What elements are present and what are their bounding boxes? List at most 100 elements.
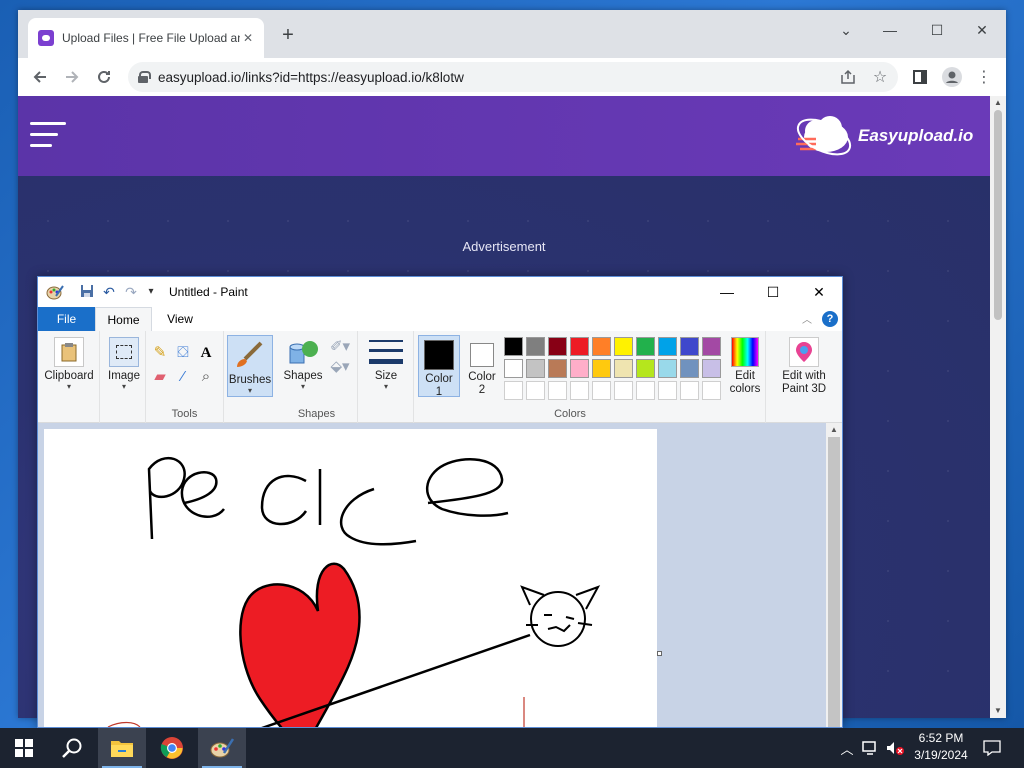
show-hidden-icons-icon[interactable]: ︿ (838, 728, 856, 768)
custom-color-slot[interactable] (504, 381, 523, 400)
palette-swatch[interactable] (504, 337, 523, 356)
hamburger-menu-icon[interactable] (30, 122, 66, 150)
custom-color-slot[interactable] (548, 381, 567, 400)
reload-icon[interactable] (90, 63, 118, 91)
search-button[interactable] (48, 728, 96, 768)
restore-button[interactable]: ☐ (915, 16, 959, 44)
share-icon[interactable] (834, 63, 862, 91)
outline-icon[interactable]: ✐▾ (326, 337, 354, 357)
palette-swatch[interactable] (658, 337, 677, 356)
save-icon[interactable] (78, 284, 96, 300)
palette-swatch[interactable] (614, 359, 633, 378)
drawing-canvas[interactable]: pedce (44, 429, 657, 727)
start-button[interactable] (0, 728, 48, 768)
eraser-icon[interactable]: ▰ (150, 367, 170, 387)
clipboard-button[interactable]: Clipboard ▾ (42, 337, 96, 391)
palette-swatch[interactable] (592, 359, 611, 378)
palette-swatch[interactable] (680, 359, 699, 378)
palette-swatch[interactable] (702, 337, 721, 356)
forward-arrow-icon[interactable] (58, 63, 86, 91)
tab-file[interactable]: File (38, 307, 95, 331)
palette-swatch[interactable] (526, 337, 545, 356)
palette-swatch[interactable] (702, 359, 721, 378)
tab-search-icon[interactable]: ⌄ (824, 16, 868, 44)
custom-color-slot[interactable] (636, 381, 655, 400)
taskbar-chrome[interactable] (148, 728, 196, 768)
paint-scrollbar[interactable]: ▲ (826, 423, 842, 727)
edit-with-paint3d-button[interactable]: Edit with Paint 3D (770, 337, 838, 396)
address-bar[interactable]: easyupload.io/links?id=https://easyuploa… (128, 62, 898, 92)
taskbar-file-explorer[interactable] (98, 728, 146, 768)
text-icon[interactable]: A (196, 343, 216, 363)
page-scrollbar[interactable]: ▲ ▼ (990, 96, 1006, 718)
paint-scroll-up-icon[interactable]: ▲ (826, 423, 842, 437)
paint-maximize-button[interactable]: ☐ (750, 277, 796, 307)
scroll-up-arrow-icon[interactable]: ▲ (990, 96, 1006, 110)
notifications-icon[interactable] (978, 728, 1006, 768)
tab-easyupload[interactable]: Upload Files | Free File Upload an ✕ (28, 18, 264, 58)
shapes-button[interactable]: Shapes ▾ (280, 337, 326, 391)
fill-bucket-icon[interactable]: ⛋ (173, 343, 193, 363)
brushes-button[interactable]: Brushes ▾ (227, 335, 273, 397)
logo-text: Easyupload.io (858, 126, 974, 145)
paint-scrollbar-thumb[interactable] (828, 437, 840, 727)
palette-swatch[interactable] (548, 337, 567, 356)
custom-color-slot[interactable] (702, 381, 721, 400)
color-picker-icon[interactable]: ⁄ (173, 367, 193, 387)
canvas-resize-handle[interactable] (657, 651, 662, 656)
palette-swatch[interactable] (570, 359, 589, 378)
undo-icon[interactable]: ↶ (100, 284, 118, 300)
color-palette (504, 337, 726, 403)
taskbar-paint[interactable] (198, 728, 246, 768)
custom-color-slot[interactable] (526, 381, 545, 400)
help-icon[interactable]: ? (822, 311, 838, 327)
pencil-icon[interactable]: ✎ (150, 343, 170, 363)
palette-swatch[interactable] (570, 337, 589, 356)
palette-swatch[interactable] (504, 359, 523, 378)
color2-button[interactable]: Color 2 (462, 335, 502, 397)
scroll-down-arrow-icon[interactable]: ▼ (990, 704, 1006, 718)
custom-color-slot[interactable] (614, 381, 633, 400)
redo-icon[interactable]: ↷ (122, 284, 140, 300)
tab-home[interactable]: Home (95, 307, 152, 331)
easyupload-logo[interactable]: Easyupload.io (794, 108, 984, 164)
close-button[interactable]: ✕ (960, 16, 1004, 44)
new-tab-button[interactable]: + (276, 24, 300, 48)
paint-close-button[interactable]: ✕ (796, 277, 842, 307)
palette-swatch[interactable] (592, 337, 611, 356)
image-button[interactable]: Image ▾ (104, 337, 144, 391)
fill-icon[interactable]: ⬙▾ (326, 357, 354, 377)
custom-color-slot[interactable] (658, 381, 677, 400)
network-icon[interactable] (860, 728, 882, 768)
palette-swatch[interactable] (658, 359, 677, 378)
customize-toolbar-icon[interactable]: ▾ (142, 284, 160, 300)
bookmark-star-icon[interactable]: ☆ (866, 63, 894, 91)
paint-app-icon (46, 284, 64, 300)
tab-view[interactable]: View (160, 307, 200, 331)
palette-swatch[interactable] (614, 337, 633, 356)
profile-avatar-icon[interactable] (938, 63, 966, 91)
browser-menu-icon[interactable]: ⋮ (970, 63, 998, 91)
magnifier-icon[interactable]: ⌕ (196, 367, 216, 387)
color1-swatch (424, 340, 454, 370)
side-panel-icon[interactable] (906, 63, 934, 91)
palette-swatch[interactable] (548, 359, 567, 378)
collapse-ribbon-icon[interactable]: ︿ (802, 311, 812, 326)
minimize-button[interactable]: — (868, 16, 912, 44)
custom-color-slot[interactable] (570, 381, 589, 400)
back-arrow-icon[interactable] (26, 63, 54, 91)
palette-swatch[interactable] (636, 359, 655, 378)
custom-color-slot[interactable] (592, 381, 611, 400)
volume-muted-icon[interactable] (884, 728, 906, 768)
custom-color-slot[interactable] (680, 381, 699, 400)
size-button[interactable]: Size ▾ (366, 337, 406, 391)
scrollbar-thumb[interactable] (994, 110, 1002, 320)
paint-minimize-button[interactable]: — (704, 277, 750, 307)
edit-colors-button[interactable]: Edit colors (726, 337, 764, 396)
color1-button[interactable]: Color 1 (418, 335, 460, 398)
palette-swatch[interactable] (526, 359, 545, 378)
palette-swatch[interactable] (680, 337, 699, 356)
taskbar-clock[interactable]: 6:52 PM 3/19/2024 (906, 730, 976, 764)
palette-swatch[interactable] (636, 337, 655, 356)
tab-close-icon[interactable]: ✕ (240, 31, 256, 45)
